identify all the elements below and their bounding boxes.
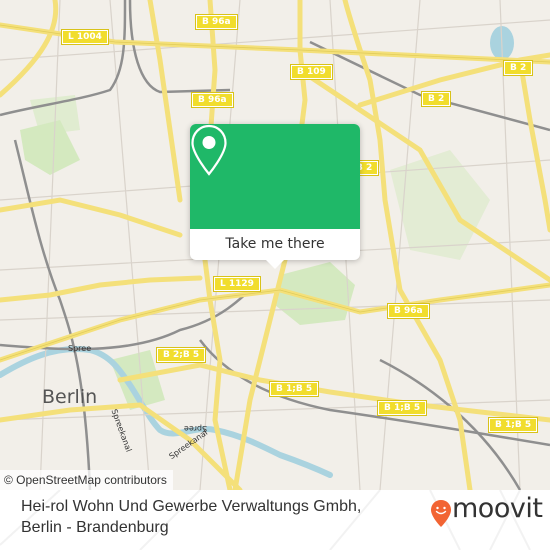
road-label: B 2;B 5	[155, 347, 207, 363]
map-attribution[interactable]: © OpenStreetMap contributors	[0, 470, 173, 490]
road-label: B 109	[290, 64, 333, 80]
road-label: L 1004	[61, 29, 109, 45]
place-title: Hei-rol Wohn Und Gewerbe Verwaltungs Gmb…	[21, 496, 361, 538]
map-view[interactable]: L 1004 B 96a B 96a B 109 B 2 B 2 B 2 L 1…	[0, 0, 550, 490]
road	[0, 275, 203, 303]
popup-header	[190, 124, 360, 229]
take-me-there-button[interactable]: Take me there	[190, 229, 360, 260]
road-label: B 2	[420, 91, 452, 107]
map-pin-icon	[191, 124, 227, 176]
city-label: Berlin	[42, 386, 98, 408]
road	[0, 197, 183, 238]
road-label: B 1;B 5	[268, 381, 320, 397]
road	[147, 0, 183, 203]
road-label: B 2	[502, 60, 534, 76]
river-label: Spree	[68, 344, 92, 353]
road	[0, 0, 59, 98]
place-name: Hei-rol Wohn Und Gewerbe Verwaltungs Gmb…	[21, 498, 362, 515]
road-label: B 96a	[195, 14, 238, 30]
moovit-logo[interactable]: moovit	[430, 493, 543, 529]
road	[517, 57, 550, 233]
moovit-wordmark: moovit	[452, 493, 543, 524]
location-popup: Take me there	[190, 124, 360, 269]
place-region: Berlin - Brandenburg	[21, 519, 169, 536]
footer: Hei-rol Wohn Und Gewerbe Verwaltungs Gmb…	[0, 490, 550, 550]
road-label: B 96a	[387, 303, 430, 319]
road-label: B 96a	[191, 92, 234, 108]
road-label: B 1;B 5	[487, 417, 539, 433]
road-label: B 1;B 5	[376, 400, 428, 416]
popup-pointer	[266, 260, 284, 269]
road-label: L 1129	[213, 276, 261, 292]
moovit-smile-pin-icon	[431, 500, 451, 527]
